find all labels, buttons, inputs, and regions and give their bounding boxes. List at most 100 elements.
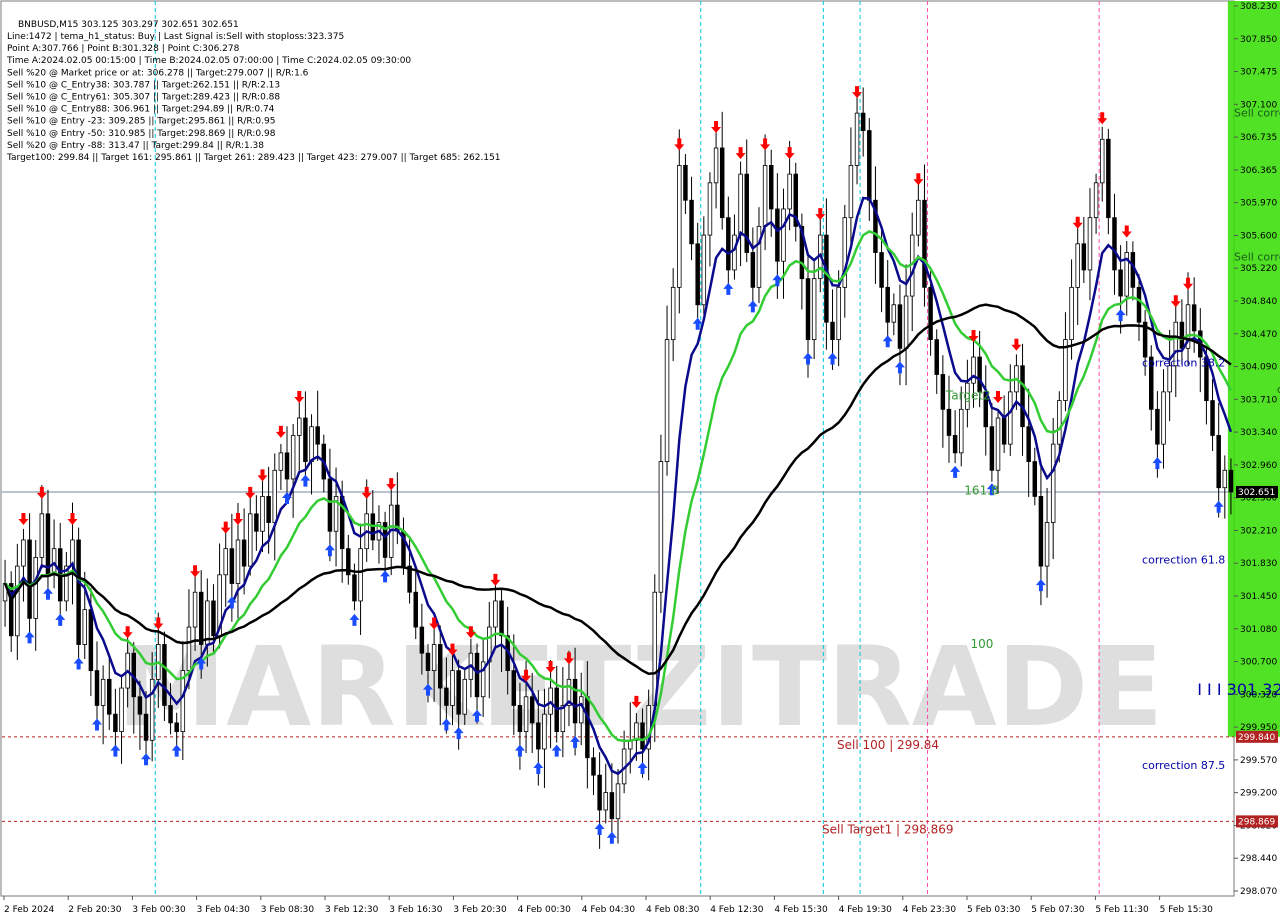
candle-body (247, 513, 253, 567)
candle-body (1081, 243, 1087, 271)
candle-body (1050, 443, 1056, 523)
symbol-line: BNBUSD,M15 303.125 303.297 302.651 302.6… (18, 20, 239, 30)
candle-body (916, 199, 921, 236)
x-tick-label: 4 Feb 00:30 (518, 905, 572, 915)
x-tick-label: 5 Feb 11:30 (1095, 905, 1149, 915)
x-tick-label: 2 Feb 2024 (4, 905, 55, 915)
y-tick-label: 307.850 (1240, 35, 1277, 45)
x-tick-label: 3 Feb 08:30 (261, 905, 315, 915)
candle-body (82, 609, 87, 645)
candle-body (76, 539, 81, 645)
candle-body (1057, 400, 1062, 445)
candle-body (922, 199, 927, 288)
candle-body (928, 286, 933, 341)
info-line: Sell %10 @ Entry -23: 309.285 || Target:… (7, 117, 275, 127)
candle-body (695, 243, 700, 306)
candle-body (450, 670, 455, 706)
candle-body (756, 225, 762, 288)
x-tick-label: 3 Feb 20:30 (453, 905, 507, 915)
candle-body (254, 513, 259, 532)
x-tick-label: 4 Feb 08:30 (646, 905, 700, 915)
candle-body (192, 591, 198, 628)
y-tick-label: 307.100 (1240, 100, 1277, 110)
candle-body (952, 435, 958, 454)
candle-body (585, 696, 590, 759)
x-tick-label: 3 Feb 12:30 (325, 905, 379, 915)
candle-body (867, 130, 872, 201)
candle-body (1032, 461, 1038, 497)
candle-body (603, 792, 608, 811)
level-price-tag-label: 299.840 (1238, 733, 1275, 743)
candle-body (39, 513, 45, 558)
candle-body (811, 278, 817, 341)
candle-body (1020, 365, 1025, 428)
x-tick-label: 4 Feb 12:30 (710, 905, 764, 915)
candle-body (995, 417, 1001, 471)
candle-body (542, 713, 547, 750)
y-tick-label: 298.070 (1240, 887, 1277, 897)
candle-body (959, 408, 964, 454)
candle-body (934, 339, 939, 375)
candle-body (1161, 391, 1166, 445)
candle-body (425, 652, 431, 672)
candle-body (830, 321, 835, 341)
candle-body (198, 591, 204, 645)
candle-body (517, 705, 523, 732)
candle-body (738, 173, 743, 236)
x-tick-label: 2 Feb 20:30 (68, 905, 122, 915)
candle-body (536, 722, 541, 750)
candle-body (119, 687, 124, 732)
candle-body (762, 165, 768, 227)
candle-body (511, 670, 517, 706)
candle-body (640, 722, 645, 750)
info-line: Sell %20 @ Market price or at: 306.278 |… (7, 68, 309, 78)
candle-body (149, 678, 155, 741)
candle-body (609, 792, 615, 820)
candle-body (1044, 522, 1050, 567)
candle-body (683, 165, 688, 201)
x-tick-label: 4 Feb 23:30 (903, 905, 957, 915)
y-tick-label: 306.735 (1240, 133, 1277, 143)
x-tick-label: 4 Feb 15:30 (774, 905, 828, 915)
y-tick-label: 304.090 (1240, 363, 1277, 373)
candle-body (438, 644, 443, 689)
y-tick-label: 304.470 (1240, 330, 1277, 340)
candle-body (664, 339, 670, 462)
y-tick-label: 305.600 (1240, 231, 1277, 241)
candle-body (860, 112, 866, 131)
y-tick-label: 307.475 (1240, 68, 1277, 78)
candle-body (33, 556, 38, 619)
candle-body (1167, 365, 1172, 393)
candle-body (229, 548, 235, 584)
candle-body (223, 548, 228, 576)
candle-body (1155, 408, 1160, 445)
candle-body (1001, 417, 1007, 445)
candle-body (781, 208, 786, 262)
chart-annotation: correction 38.2 (1142, 357, 1225, 370)
candle-body (885, 286, 890, 323)
candle-body (94, 670, 100, 706)
y-tick-label: 302.960 (1240, 461, 1277, 471)
candle-body (1222, 469, 1228, 489)
info-line: Target100: 299.84 || Target 161: 295.861… (6, 153, 501, 163)
x-tick-label: 4 Feb 04:30 (582, 905, 636, 915)
candle-body (413, 591, 418, 628)
y-tick-label: 304.840 (1240, 297, 1277, 307)
candle-body (278, 452, 284, 471)
watermark-text: MARKETZITRADE (117, 623, 1164, 751)
candle-body (186, 626, 192, 672)
candle-body (529, 696, 535, 724)
candle-body (493, 600, 498, 628)
candle-body (358, 548, 363, 602)
info-line: Sell %10 @ Entry -50: 310.985 || Target:… (7, 129, 276, 139)
candle-body (474, 652, 480, 698)
watermark-layer: MARKETZITRADE (117, 623, 1164, 751)
candle-body (572, 678, 578, 724)
candle-body (456, 670, 461, 715)
y-tick-label: 306.365 (1240, 166, 1277, 176)
candle-body (768, 165, 774, 210)
y-tick-label: 303.710 (1240, 395, 1277, 405)
candle-body (309, 426, 314, 462)
candle-body (260, 496, 265, 532)
candle-body (1099, 138, 1105, 184)
